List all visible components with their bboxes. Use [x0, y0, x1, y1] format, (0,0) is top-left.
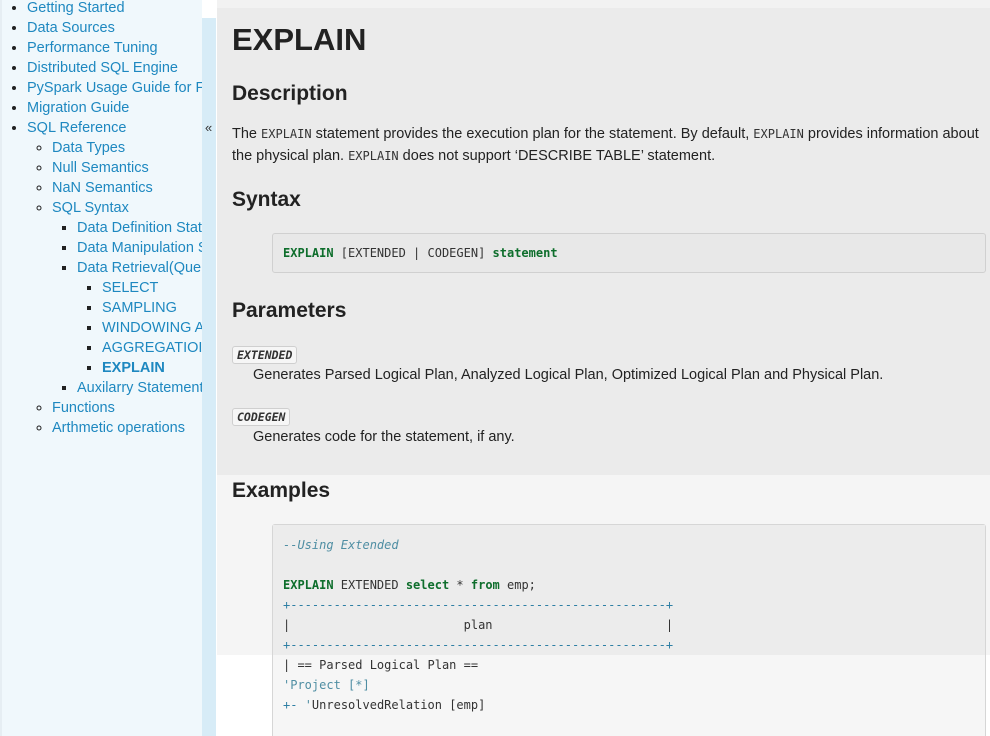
nav-link[interactable]: Performance Tuning [27, 40, 158, 56]
code-line: | == Parsed Logical Plan == [283, 658, 479, 672]
nav-item-pyspark-guide[interactable]: PySpark Usage Guide for F [27, 78, 204, 98]
nav-item-sql-syntax[interactable]: SQL Syntax Data Definition Stat Data Man… [52, 198, 204, 398]
nav-link[interactable]: Data Definition Stat [77, 220, 202, 236]
code-text: UnresolvedRelation [emp] [311, 698, 486, 712]
desc-text: statement provides the execution plan fo… [311, 126, 754, 142]
nav-item-auxiliary[interactable]: Auxilarry Statement [77, 378, 204, 398]
nav-link[interactable]: SQL Syntax [52, 200, 129, 216]
nav-item-sampling[interactable]: SAMPLING [102, 298, 204, 318]
nav-sublist: Data Definition Stat Data Manipulation S… [52, 218, 204, 398]
nav-item-data-retrieval[interactable]: Data Retrieval(Que SELECT SAMPLING WINDO… [77, 258, 204, 378]
code-text: ' [304, 698, 312, 712]
param-name: CODEGEN [232, 408, 291, 426]
nav-link[interactable]: Data Retrieval(Que [77, 260, 201, 276]
syntax-code-block: EXPLAIN [EXTENDED | CODEGEN] statement [272, 233, 986, 273]
nav-item-nan-semantics[interactable]: NaN Semantics [52, 178, 204, 198]
code-text: EXTENDED [333, 578, 406, 592]
desc-text: does not support ‘DESCRIBE TABLE’ statem… [398, 148, 716, 164]
nav-link[interactable]: Migration Guide [27, 100, 129, 116]
nav-list: Getting Started Data Sources Performance… [2, 0, 204, 438]
code-table-border: +---------------------------------------… [283, 638, 674, 652]
nav-item-functions[interactable]: Functions [52, 398, 204, 418]
nav-item-data-sources[interactable]: Data Sources [27, 18, 204, 38]
code-line: EXPLAIN EXTENDED select * from emp; [283, 575, 536, 595]
code-comment: --Using Extended [283, 538, 399, 552]
nav-item-migration-guide[interactable]: Migration Guide [27, 98, 204, 118]
example-code-block: --Using Extended EXPLAIN EXTENDED select… [272, 524, 986, 736]
code-line: +- 'UnresolvedRelation [emp] [283, 695, 485, 715]
parameters-heading: Parameters [232, 299, 347, 322]
nav-link[interactable]: PySpark Usage Guide for F [27, 80, 204, 96]
nav-item-performance-tuning[interactable]: Performance Tuning [27, 38, 204, 58]
nav-link[interactable]: SQL Reference [27, 120, 126, 136]
nav-link[interactable]: SAMPLING [102, 300, 177, 316]
code-keyword: EXPLAIN [283, 578, 334, 592]
nav-link[interactable]: Data Types [52, 140, 125, 156]
nav-link[interactable]: Functions [52, 400, 115, 416]
inline-code: EXPLAIN [348, 149, 399, 163]
param-name: EXTENDED [232, 346, 298, 364]
description-text: The EXPLAIN statement provides the execu… [232, 123, 984, 167]
code-line: 'Project [*] [283, 678, 370, 692]
nav-link[interactable]: Data Manipulation S [77, 240, 204, 256]
nav-item-select[interactable]: SELECT [102, 278, 204, 298]
nav-item-aggregation[interactable]: AGGREGATIOI [102, 338, 204, 358]
nav-sublist: SELECT SAMPLING WINDOWING A AGGREGATIOI … [77, 278, 204, 378]
nav-item-data-types[interactable]: Data Types [52, 138, 204, 158]
inline-code: EXPLAIN [261, 127, 312, 141]
code-table-header: | plan | [283, 618, 674, 632]
param-description: Generates Parsed Logical Plan, Analyzed … [253, 367, 884, 383]
description-heading: Description [232, 82, 348, 105]
code-keyword: EXPLAIN [283, 246, 334, 260]
nav-link-active[interactable]: EXPLAIN [102, 360, 165, 376]
nav-link[interactable]: Distributed SQL Engine [27, 60, 178, 76]
code-line: EXPLAIN [EXTENDED | CODEGEN] statement [283, 243, 558, 263]
code-text: [EXTENDED | CODEGEN] [333, 246, 493, 260]
nav-item-distributed-sql[interactable]: Distributed SQL Engine [27, 58, 204, 78]
main-content: EXPLAIN Description The EXPLAIN statemen… [217, 0, 990, 736]
nav-link[interactable]: Data Sources [27, 20, 115, 36]
code-text: +- [283, 698, 305, 712]
code-text: * [449, 578, 471, 592]
syntax-heading: Syntax [232, 188, 301, 211]
nav-link[interactable]: Arthmetic operations [52, 420, 185, 436]
nav-item-dml[interactable]: Data Manipulation S [77, 238, 204, 258]
nav-link[interactable]: WINDOWING A [102, 320, 204, 336]
code-table-border: +---------------------------------------… [283, 598, 674, 612]
nav-link[interactable]: NaN Semantics [52, 180, 153, 196]
nav-link[interactable]: Auxilarry Statement [77, 380, 204, 396]
collapse-sidebar-icon[interactable]: « [205, 120, 212, 135]
code-keyword: statement [492, 246, 558, 260]
code-keyword: from [470, 578, 500, 592]
nav-link[interactable]: SELECT [102, 280, 158, 296]
nav-link[interactable]: AGGREGATIOI [102, 340, 202, 356]
nav-item-ddl[interactable]: Data Definition Stat [77, 218, 204, 238]
page-title: EXPLAIN [232, 22, 367, 57]
inline-code: EXPLAIN [753, 127, 804, 141]
param-description: Generates code for the statement, if any… [253, 429, 515, 445]
nav-link[interactable]: Getting Started [27, 0, 125, 16]
nav-item-arithmetic[interactable]: Arthmetic operations [52, 418, 204, 438]
strip-notch [202, 0, 216, 18]
nav-item-null-semantics[interactable]: Null Semantics [52, 158, 204, 178]
desc-text: The [232, 126, 262, 142]
nav-item-explain[interactable]: EXPLAIN [102, 358, 204, 378]
nav-sublist: Data Types Null Semantics NaN Semantics … [27, 138, 204, 438]
nav-item-getting-started[interactable]: Getting Started [27, 0, 204, 18]
nav-item-windowing[interactable]: WINDOWING A [102, 318, 204, 338]
sidebar-collapse-strip[interactable] [202, 0, 216, 736]
nav-item-sql-reference[interactable]: SQL Reference Data Types Null Semantics … [27, 118, 204, 438]
examples-heading: Examples [232, 479, 331, 502]
code-text: emp; [499, 578, 536, 592]
nav-link[interactable]: Null Semantics [52, 160, 149, 176]
code-keyword: select [405, 578, 450, 592]
sidebar-nav: Getting Started Data Sources Performance… [0, 0, 204, 736]
